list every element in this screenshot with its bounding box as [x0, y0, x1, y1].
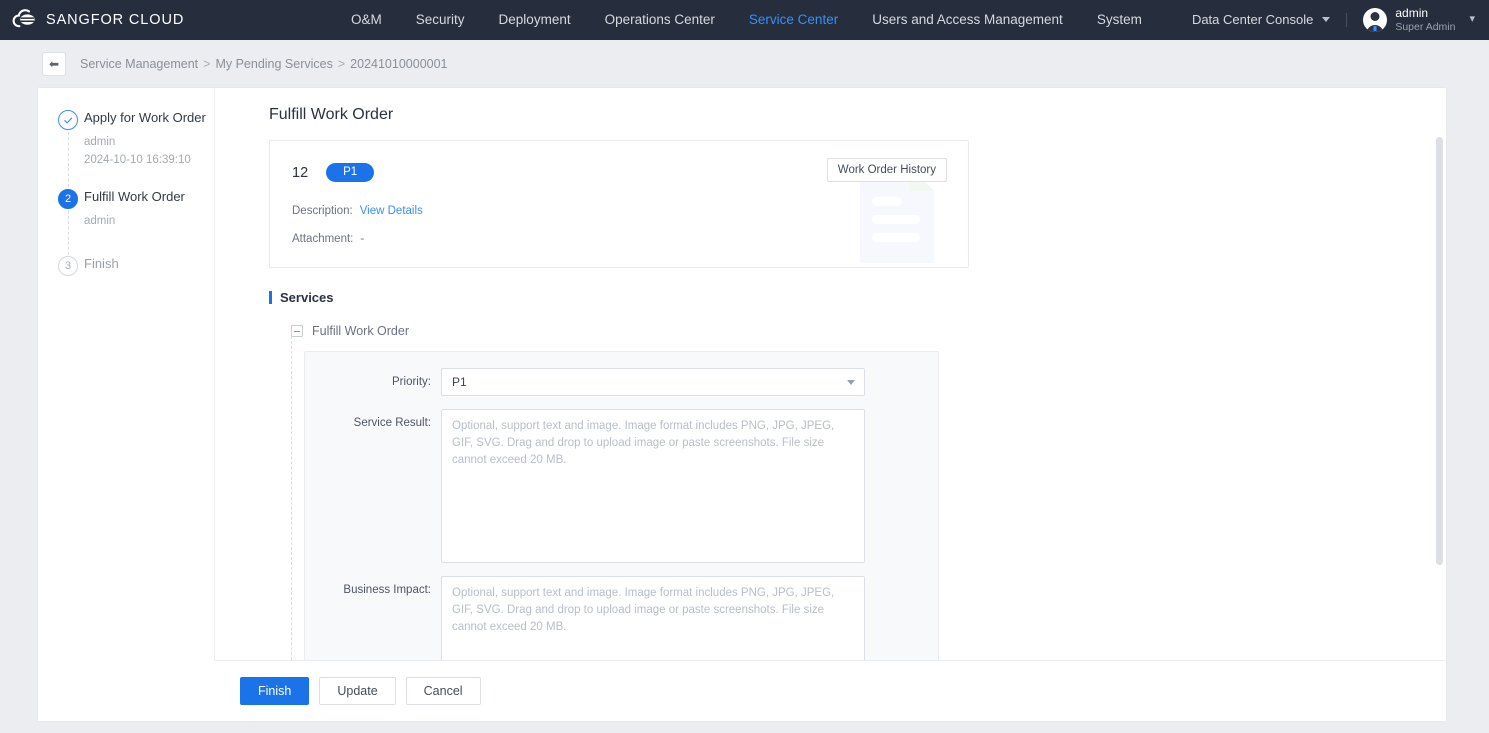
services-section-title: Services [280, 290, 334, 305]
stepper-connector-line [67, 211, 69, 255]
breadcrumb-bar: ⬅ Service Management > My Pending Servic… [0, 40, 1489, 88]
service-form-wrapper: Priority: P1 Service Result: Optional, s… [291, 331, 1446, 660]
nav-right-area: Data Center Console admin Super Admin ▾ [1191, 6, 1475, 33]
step-number-icon: 2 [58, 189, 78, 209]
stepper-step-finish: 3 Finish [38, 254, 214, 284]
stepper-step-timestamp: 2024-10-10 16:39:10 [84, 154, 191, 166]
form-row-priority: Priority: P1 [305, 368, 938, 396]
nav-item-security[interactable]: Security [399, 0, 482, 40]
work-order-summary-card: Work Order History 12 P1 Description: Vi… [269, 140, 969, 268]
breadcrumb-item-order-id: 20241010000001 [350, 57, 448, 71]
services-section-header: Services [269, 290, 1446, 305]
attachment-label: Attachment: [292, 233, 354, 245]
priority-select-value: P1 [452, 375, 467, 389]
page-panel: Apply for Work Order admin 2024-10-10 16… [38, 88, 1446, 721]
user-text: admin Super Admin [1395, 6, 1456, 33]
user-role-label: Super Admin [1395, 20, 1456, 33]
work-order-history-button[interactable]: Work Order History [826, 158, 947, 182]
service-result-input[interactable]: Optional, support text and image. Image … [441, 409, 865, 563]
business-impact-input[interactable]: Optional, support text and image. Image … [441, 576, 865, 660]
nav-item-service-center[interactable]: Service Center [732, 0, 855, 40]
form-action-footer: Finish Update Cancel [38, 661, 1446, 721]
top-navigation-bar: SANGFOR CLOUD O&M Security Deployment Op… [0, 0, 1489, 40]
console-selector-label: Data Center Console [1191, 12, 1314, 28]
nav-divider [1346, 12, 1348, 27]
user-avatar-icon [1363, 7, 1388, 32]
console-selector[interactable]: Data Center Console [1191, 12, 1331, 28]
brand-logo-area[interactable]: SANGFOR CLOUD [12, 7, 312, 33]
view-details-link[interactable]: View Details [360, 205, 423, 217]
stepper-step-apply-for-work-order: Apply for Work Order admin 2024-10-10 16… [38, 108, 214, 192]
stepper-step-title: Finish [84, 256, 119, 271]
attachment-value: - [360, 233, 365, 245]
breadcrumb: Service Management > My Pending Services… [80, 57, 448, 71]
priority-select[interactable]: P1 [441, 368, 865, 396]
finish-button[interactable]: Finish [240, 677, 310, 705]
service-form: Priority: P1 Service Result: Optional, s… [304, 351, 939, 660]
service-result-label: Service Result: [353, 417, 431, 429]
content-scrollbar[interactable] [1436, 137, 1443, 565]
nav-item-operations-center[interactable]: Operations Center [588, 0, 732, 40]
stepper-step-user: admin [84, 136, 116, 148]
cancel-button[interactable]: Cancel [405, 677, 481, 705]
form-row-business-impact: Business Impact: Optional, support text … [305, 576, 938, 660]
summary-description-row: Description: View Details [270, 205, 968, 217]
stepper-step-user: admin [84, 215, 116, 227]
check-circle-icon [58, 110, 78, 130]
workflow-stepper: Apply for Work Order admin 2024-10-10 16… [38, 88, 215, 721]
priority-label: Priority: [392, 376, 431, 388]
service-tree-label: Fulfill Work Order [312, 324, 410, 338]
summary-attachment-row: Attachment: - [270, 233, 968, 245]
stepper-connector-line [67, 132, 69, 192]
section-accent-bar [269, 291, 272, 304]
form-row-service-result: Service Result: Optional, support text a… [305, 409, 938, 563]
business-impact-label: Business Impact: [343, 584, 431, 596]
chevron-down-icon: ▾ [1469, 13, 1475, 26]
cloud-leaf-logo-icon [12, 7, 38, 33]
stepper-step-title: Apply for Work Order [84, 110, 206, 125]
tree-indent-guide [291, 331, 292, 660]
step-number-icon: 3 [58, 256, 78, 276]
caret-down-icon [1322, 17, 1331, 23]
caret-down-icon [847, 380, 855, 385]
main-nav-items: O&M Security Deployment Operations Cente… [334, 0, 1192, 40]
breadcrumb-item-service-management[interactable]: Service Management [80, 57, 198, 71]
stepper-step-fulfill-work-order: 2 Fulfill Work Order admin [38, 187, 214, 255]
nav-item-om[interactable]: O&M [334, 0, 399, 40]
priority-badge: P1 [326, 163, 375, 182]
back-button[interactable]: ⬅ [42, 52, 66, 76]
user-name-label: admin [1395, 6, 1429, 21]
description-label: Description: [292, 205, 353, 217]
stepper-step-title: Fulfill Work Order [84, 189, 185, 204]
arrow-left-icon: ⬅ [48, 57, 60, 71]
minus-square-collapse-icon[interactable] [291, 325, 303, 337]
user-menu[interactable]: admin Super Admin ▾ [1363, 6, 1475, 33]
service-tree-node: Fulfill Work Order [291, 324, 1446, 338]
brand-name-label: SANGFOR CLOUD [46, 12, 185, 28]
main-content-scroll-area: Fulfill Work Order Work Order History 12 [215, 88, 1446, 660]
work-order-id: 12 [292, 164, 309, 181]
breadcrumb-separator: > [203, 57, 211, 71]
nav-item-system[interactable]: System [1080, 0, 1159, 40]
breadcrumb-item-my-pending-services[interactable]: My Pending Services [215, 57, 332, 71]
update-button[interactable]: Update [319, 677, 396, 705]
breadcrumb-separator: > [337, 57, 346, 71]
nav-item-deployment[interactable]: Deployment [482, 0, 588, 40]
page-title: Fulfill Work Order [269, 106, 394, 123]
nav-item-users-and-access-management[interactable]: Users and Access Management [855, 0, 1080, 40]
